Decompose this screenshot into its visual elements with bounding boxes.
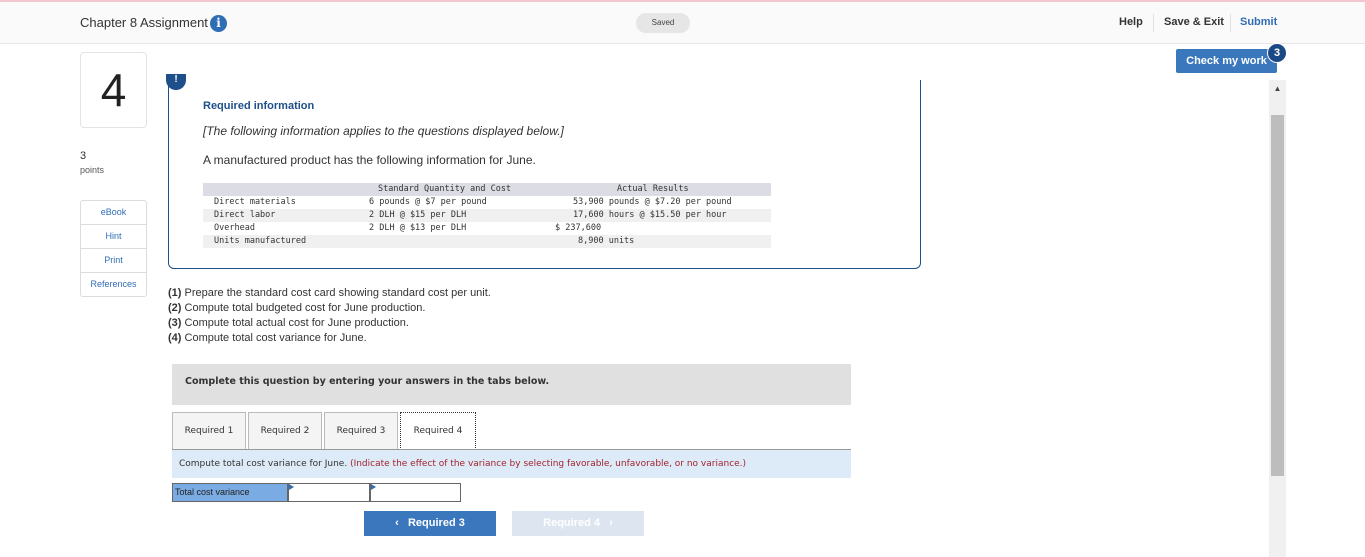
question-item: (3) Compute total actual cost for June p…: [168, 317, 409, 329]
question-number: 4: [80, 52, 147, 128]
header-bar: Chapter 8 Assignment i Saved Help Save &…: [0, 2, 1365, 44]
tab-instruction: Compute total cost variance for June. (I…: [172, 450, 851, 478]
table-row: Units manufactured 8,900 units: [203, 235, 771, 248]
actual-header: Actual Results: [617, 184, 689, 194]
points-value: 3: [80, 150, 87, 162]
check-my-work-button[interactable]: Check my work: [1176, 49, 1277, 73]
print-link[interactable]: Print: [81, 249, 146, 273]
question-list: (1) Prepare the standard cost card showi…: [168, 286, 491, 346]
hint-link[interactable]: Hint: [81, 225, 146, 249]
assignment-title: Chapter 8 Assignment: [80, 15, 208, 30]
scroll-up-arrow-icon[interactable]: ▲: [1269, 80, 1286, 97]
next-required-button[interactable]: Required 4 ›: [512, 511, 644, 536]
input-flag-icon: [371, 484, 376, 490]
header-divider: [1230, 14, 1231, 32]
total-cost-variance-label: Total cost variance: [172, 483, 288, 502]
save-exit-link[interactable]: Save & Exit: [1164, 16, 1224, 28]
scrollbar-thumb[interactable]: [1271, 115, 1284, 476]
help-link[interactable]: Help: [1119, 16, 1143, 28]
check-attempts-badge: 3: [1267, 43, 1287, 63]
table-row: Overhead 2 DLH @ $13 per DLH $ 237,600: [214, 223, 602, 233]
references-link[interactable]: References: [81, 273, 146, 296]
variance-amount-input[interactable]: [288, 483, 370, 502]
cost-data-table: Standard Quantity and Cost Actual Result…: [203, 183, 771, 248]
table-header-row: Standard Quantity and Cost Actual Result…: [203, 183, 771, 196]
instruction-note: (Indicate the effect of the variance by …: [350, 459, 747, 469]
standard-header: Standard Quantity and Cost: [378, 184, 512, 194]
tab-required-4[interactable]: Required 4: [400, 412, 476, 450]
tab-required-1[interactable]: Required 1: [172, 412, 246, 449]
instruction-lead: Compute total cost variance for June.: [179, 459, 348, 469]
complete-instruction-box: Complete this question by entering your …: [172, 364, 851, 405]
previous-label: Required 3: [407, 517, 465, 529]
header-divider: [1153, 14, 1154, 32]
points-label: points: [80, 165, 105, 175]
previous-required-button[interactable]: ‹ Required 3: [364, 511, 496, 536]
submit-link[interactable]: Submit: [1240, 16, 1277, 28]
question-item: (1) Prepare the standard cost card showi…: [168, 287, 491, 299]
table-row: Direct labor 2 DLH @ $15 per DLH 17,600 …: [203, 209, 771, 222]
question-tools: eBook Hint Print References: [80, 200, 147, 297]
info-icon[interactable]: i: [210, 15, 227, 32]
ebook-link[interactable]: eBook: [81, 201, 146, 225]
chevron-left-icon: ‹: [395, 517, 399, 529]
variance-effect-select[interactable]: [370, 483, 461, 502]
required-info-heading: Required information: [203, 100, 315, 112]
chevron-right-icon: ›: [609, 517, 613, 529]
question-item: (2) Compute total budgeted cost for June…: [168, 302, 426, 314]
tab-required-3[interactable]: Required 3: [324, 412, 398, 449]
question-item: (4) Compute total cost variance for June…: [168, 332, 367, 344]
tab-required-2[interactable]: Required 2: [248, 412, 322, 449]
saved-status-badge: Saved: [636, 13, 690, 33]
input-flag-icon: [289, 484, 294, 490]
required-info-intro: A manufactured product has the following…: [203, 153, 536, 167]
required-info-note: [The following information applies to th…: [203, 124, 564, 138]
table-row: Direct materials 6 pounds @ $7 per pound…: [214, 197, 732, 207]
complete-instruction: Complete this question by entering your …: [185, 376, 550, 387]
next-label: Required 4: [543, 517, 600, 529]
